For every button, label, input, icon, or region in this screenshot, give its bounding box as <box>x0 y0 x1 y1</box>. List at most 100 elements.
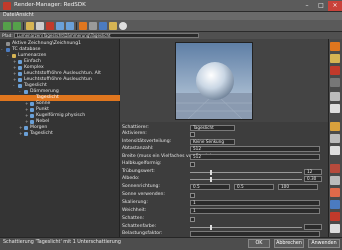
preview-image <box>176 43 252 119</box>
cancel-button[interactable]: Abbrechen <box>274 239 304 248</box>
tree-node-icon <box>24 126 28 130</box>
library-icon[interactable] <box>99 22 107 30</box>
settings-icon[interactable] <box>89 22 97 30</box>
tree-node-icon <box>18 66 22 70</box>
vector-component-input[interactable]: 0.5 <box>234 184 274 190</box>
sidebar-close-icon[interactable] <box>330 224 340 233</box>
property-label: Intensitätsverteilung: <box>122 139 172 144</box>
tree-node-icon <box>30 102 34 106</box>
menu-datei[interactable]: Datei <box>3 13 16 18</box>
path-label: Pfad: <box>2 33 13 38</box>
property-checkbox[interactable] <box>190 193 195 198</box>
sidebar-render-icon[interactable] <box>330 212 340 221</box>
property-label: Aktivieren: <box>122 131 147 136</box>
sidebar-light-icon[interactable] <box>330 54 340 63</box>
sidebar-environment-icon[interactable] <box>330 200 340 209</box>
tree-node-icon <box>30 96 34 100</box>
tree-node-icon <box>30 108 34 112</box>
property-checkbox[interactable] <box>190 162 195 167</box>
sidebar-close-icon[interactable] <box>330 146 340 155</box>
close-button[interactable]: × <box>328 1 342 11</box>
property-slider[interactable] <box>190 172 302 173</box>
tree-node-icon <box>18 78 22 82</box>
slider-handle[interactable] <box>210 170 212 175</box>
property-input[interactable]: 1 <box>190 200 320 206</box>
property-slider[interactable] <box>190 227 302 228</box>
copy-icon[interactable] <box>56 22 64 30</box>
property-label: Schatten: <box>122 216 145 221</box>
app-icon <box>3 2 11 10</box>
tree-node-icon <box>18 60 22 64</box>
property-label: Schattenfarbe: <box>122 224 157 229</box>
back-arrow-icon[interactable] <box>3 22 11 30</box>
sphere-icon[interactable] <box>119 22 127 30</box>
tree-node-icon <box>30 120 34 124</box>
tree-item[interactable]: + Tageslicht <box>0 131 120 137</box>
window-title: Render-Manager: RedSDK <box>14 2 86 8</box>
vector-component-input[interactable]: 0.5 <box>190 184 230 190</box>
tree-node-icon <box>18 84 22 88</box>
toolbar-separator <box>23 22 24 30</box>
render-icon[interactable] <box>79 22 87 30</box>
property-input[interactable]: 1 <box>190 208 320 214</box>
menu-ansicht[interactable]: Ansicht <box>16 13 34 18</box>
property-label: Sonnenrichtung: <box>122 184 160 189</box>
sidebar-settings-icon[interactable] <box>330 78 340 87</box>
property-label: Trübungswert: <box>122 169 155 174</box>
slider-handle[interactable] <box>210 177 212 182</box>
ok-button[interactable]: OK <box>248 239 270 248</box>
property-select[interactable]: Keine Senkung <box>190 139 235 145</box>
maximize-button[interactable]: □ <box>314 1 328 11</box>
slider-handle[interactable] <box>210 225 212 230</box>
light-icon[interactable] <box>109 22 117 30</box>
tree-item-label: Tageslicht <box>30 131 53 136</box>
property-label: Halbkugelformig: <box>122 161 162 166</box>
property-select[interactable]: Tageslicht <box>190 125 235 131</box>
property-label: Albedo: <box>122 176 140 181</box>
forward-arrow-icon[interactable] <box>13 22 21 30</box>
property-checkbox[interactable] <box>190 132 195 137</box>
property-input[interactable]: 512 <box>190 154 320 160</box>
menu-bar <box>0 12 342 20</box>
sidebar-close-icon[interactable] <box>330 104 340 113</box>
expander-icon[interactable]: + <box>19 131 23 137</box>
path-input[interactable]: Lumenarzen\Tageslicht\Dämmerung\Tageslic… <box>14 33 199 38</box>
property-slider[interactable] <box>190 179 302 180</box>
property-label: Skalierung: <box>122 200 148 205</box>
sidebar-shader-icon[interactable] <box>330 42 340 51</box>
render-preview <box>175 42 253 120</box>
sidebar-folder-icon[interactable] <box>330 122 340 131</box>
sidebar-layer-icon[interactable] <box>330 164 340 173</box>
tree-node-icon <box>6 48 10 52</box>
property-label: Schattierer: <box>122 125 149 130</box>
property-label: Belastungsfaktor: <box>122 231 163 236</box>
minimize-button[interactable]: – <box>300 1 314 11</box>
slider-value[interactable]: 12 <box>304 169 322 175</box>
sidebar-material-icon[interactable] <box>330 66 340 75</box>
shader-tree: Aktive Zeichnung\Zeichnung1- TC database -… <box>0 39 120 237</box>
tree-node-icon <box>18 72 22 76</box>
apply-button[interactable]: Anwenden <box>308 239 340 248</box>
property-label: Abtastanzahl: <box>122 146 154 151</box>
tree-node-icon <box>30 114 34 118</box>
delete-icon[interactable] <box>46 22 54 30</box>
property-input[interactable] <box>190 231 320 237</box>
tree-node-icon <box>6 42 10 46</box>
vector-component-input[interactable]: 100 <box>278 184 318 190</box>
property-input[interactable]: 512 <box>190 146 320 152</box>
tree-node-icon <box>24 90 28 94</box>
property-label: Sonne verwenden: <box>122 192 165 197</box>
property-checkbox[interactable] <box>190 217 195 222</box>
property-label: Weichheit: <box>122 208 147 213</box>
slider-value[interactable] <box>304 224 322 230</box>
paste-icon[interactable] <box>66 22 74 30</box>
tree-node-icon <box>24 132 28 136</box>
new-folder-icon[interactable] <box>26 22 34 30</box>
sidebar-texture-icon[interactable] <box>330 188 340 197</box>
sidebar-cursor-icon[interactable] <box>330 176 340 185</box>
sidebar-cursor-icon[interactable] <box>330 92 340 101</box>
sidebar-cursor-icon[interactable] <box>330 134 340 143</box>
new-item-icon[interactable] <box>36 22 44 30</box>
tree-node-icon <box>12 54 16 58</box>
slider-value[interactable]: 0.30 <box>304 176 322 182</box>
